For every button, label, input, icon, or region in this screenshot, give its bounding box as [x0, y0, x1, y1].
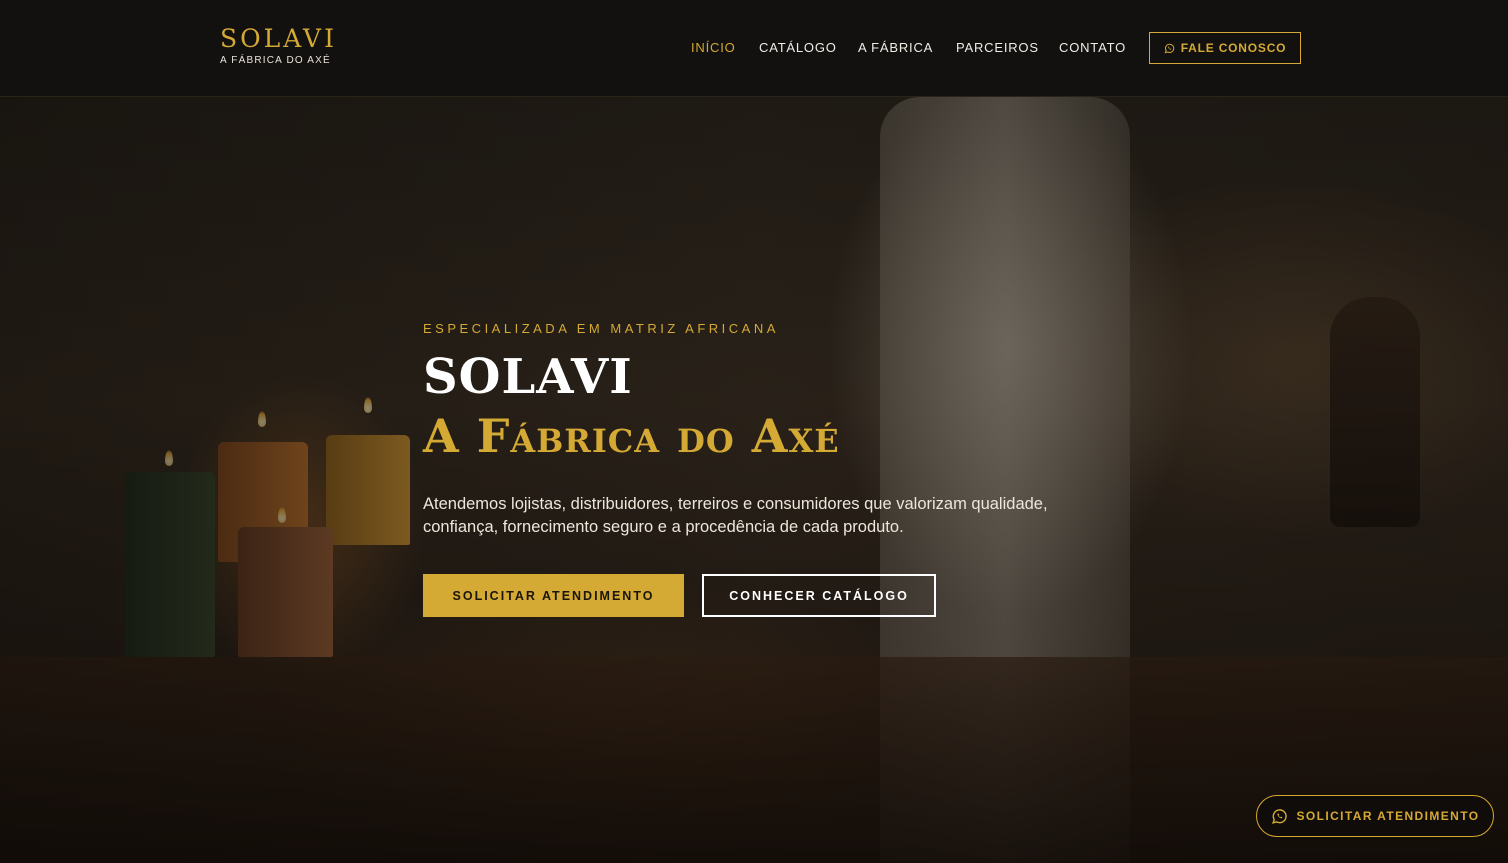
- conhecer-catalogo-button[interactable]: CONHECER CATÁLOGO: [702, 574, 936, 617]
- solicitar-atendimento-button[interactable]: SOLICITAR ATENDIMENTO: [423, 574, 684, 617]
- nav-item-inicio[interactable]: INÍCIO: [691, 40, 736, 55]
- nav-item-a-fabrica[interactable]: A FÁBRICA: [858, 40, 933, 55]
- hero-overlay: [0, 97, 1508, 863]
- nav-item-catalogo[interactable]: CATÁLOGO: [759, 40, 837, 55]
- fale-conosco-label: FALE CONOSCO: [1180, 41, 1287, 55]
- nav-item-contato[interactable]: CONTATO: [1059, 40, 1126, 55]
- brand-name: SOLAVI: [220, 24, 337, 53]
- fale-conosco-button[interactable]: FALE CONOSCO: [1149, 32, 1301, 64]
- hero-description-line: confiança, fornecimento seguro e a proce…: [423, 518, 904, 536]
- site-header: SOLAVI A FÁBRICA DO AXÉ INÍCIO CATÁLOGO …: [0, 0, 1508, 97]
- hero-description: Atendemos lojistas, distribuidores, terr…: [423, 493, 1103, 539]
- hero-description-line: Atendemos lojistas, distribuidores, terr…: [423, 495, 1048, 513]
- floating-whatsapp-button[interactable]: SOLICITAR ATENDIMENTO: [1256, 795, 1494, 837]
- hero-section: ESPECIALIZADA EM MATRIZ AFRICANA SOLAVI …: [0, 97, 1508, 863]
- whatsapp-icon: [1271, 808, 1288, 825]
- whatsapp-icon: [1164, 43, 1175, 54]
- hero-eyebrow: ESPECIALIZADA EM MATRIZ AFRICANA: [423, 321, 779, 336]
- hero-title: SOLAVI: [423, 349, 633, 405]
- hero-subtitle: A Fábrica do Axé: [423, 409, 840, 463]
- brand-logo[interactable]: SOLAVI A FÁBRICA DO AXÉ: [220, 24, 337, 67]
- nav-item-parceiros[interactable]: PARCEIROS: [956, 40, 1039, 55]
- floating-cta-label: SOLICITAR ATENDIMENTO: [1296, 809, 1480, 823]
- brand-tagline: A FÁBRICA DO AXÉ: [220, 55, 331, 66]
